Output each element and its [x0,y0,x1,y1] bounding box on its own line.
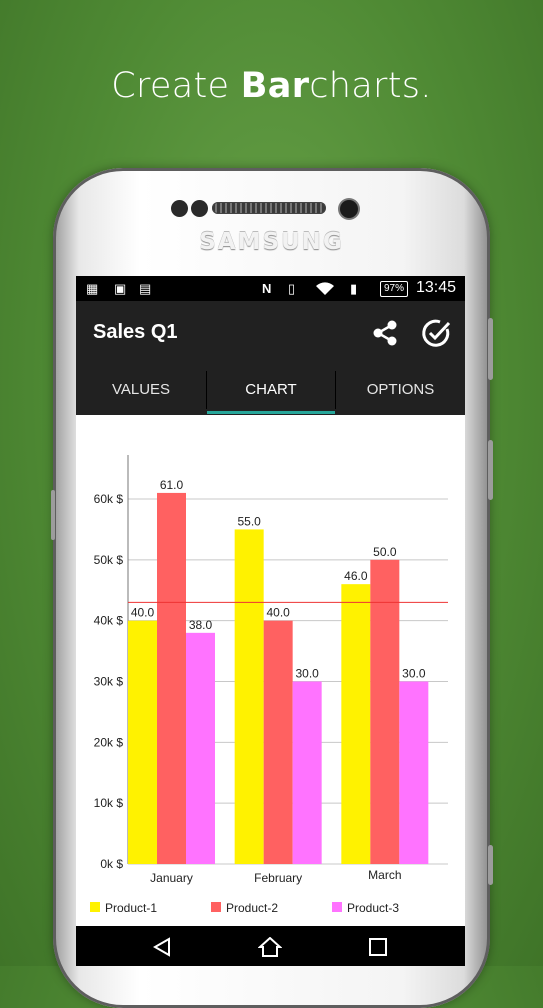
bar-product-1-march [341,584,371,864]
bar-value-label: 38.0 [189,618,213,632]
headline-prefix: Create [111,66,241,106]
headline-bold: Bar [240,66,310,106]
active-tab-indicator [207,411,335,414]
earpiece-speaker [212,202,326,214]
bar-product-2-march [370,559,400,864]
bar-product-3-march [399,681,429,864]
bar-chart: 0k $ 10k $ 20k $ 30k $ 40k $ 50k $ 60k $ 40.0 61… [90,455,448,915]
back-icon[interactable] [152,937,172,957]
bar-product-1-february [234,529,264,864]
legend-label: Product-1 [105,901,157,915]
tab-options[interactable]: OPTIONS [336,365,465,415]
battery-indicator: 97% [380,281,408,297]
bar-value-label: 61.0 [160,478,184,492]
bar-product-3-january [186,632,215,864]
check-circle-icon[interactable] [420,317,452,349]
navigation-bar [76,926,465,966]
sensor-icon [191,200,208,217]
y-tick-label: 60k $ [94,492,124,506]
y-tick-label: 50k $ [94,553,124,567]
page-title: Sales Q1 [93,321,178,343]
bar-product-3-february [292,681,322,864]
image-notification-icon: ▣ [114,281,127,296]
x-category-label: January [150,871,193,885]
bar-value-label: 40.0 [131,606,155,620]
clock: 13:45 [416,279,457,296]
tab-chart[interactable]: CHART [207,365,335,415]
x-category-label: March [368,868,401,882]
headline-suffix: charts. [309,66,432,106]
bar-value-label: 30.0 [295,667,319,681]
headline: Create Barcharts. [0,66,543,106]
bar-value-label: 40.0 [266,606,290,620]
brand-logo: SAMSUNG [199,229,344,255]
tab-bar: VALUES CHART OPTIONS [76,365,465,415]
sensor-icon [171,200,188,217]
legend-swatch [332,902,342,912]
volume-button [488,318,493,380]
bar-product-2-january [157,492,186,864]
legend-label: Product-2 [226,901,278,915]
y-tick-label: 40k $ [94,614,124,628]
y-tick-label: 20k $ [94,735,124,749]
legend-swatch [90,902,100,912]
nfc-icon: N [262,281,272,296]
y-tick-label: 30k $ [94,675,124,689]
bar-value-label: 55.0 [237,514,261,528]
photo-notification-icon: ▦ [86,281,99,296]
phone-screen: ▦ ▣ ▤ N ▯ ▮ 97% 13:45 Sales Q1 VALUES CH… [76,276,465,966]
app-bar: Sales Q1 [76,301,465,365]
home-icon[interactable] [258,937,282,957]
x-category-label: February [254,871,302,885]
power-button [488,440,493,500]
share-icon[interactable] [370,318,400,348]
tab-values[interactable]: VALUES [76,365,206,415]
y-tick-label: 0k $ [100,857,123,871]
bar-product-2-february [263,620,293,864]
side-button [488,845,493,885]
front-camera-icon [340,200,358,218]
legend-label: Product-3 [347,901,399,915]
left-side-button [51,490,55,540]
store-notification-icon: ▤ [139,281,152,296]
y-tick-label: 10k $ [94,796,124,810]
wifi-icon [316,282,334,295]
bar-product-1-january [128,620,157,864]
bar-value-label: 30.0 [402,667,426,681]
status-bar: ▦ ▣ ▤ N ▯ ▮ 97% 13:45 [76,276,465,301]
legend-swatch [211,902,221,912]
vibrate-icon: ▯ [288,281,296,296]
recents-icon[interactable] [368,937,388,957]
no-sim-icon: ▮ [350,281,358,296]
bar-value-label: 50.0 [373,545,397,559]
bar-value-label: 46.0 [344,569,368,583]
